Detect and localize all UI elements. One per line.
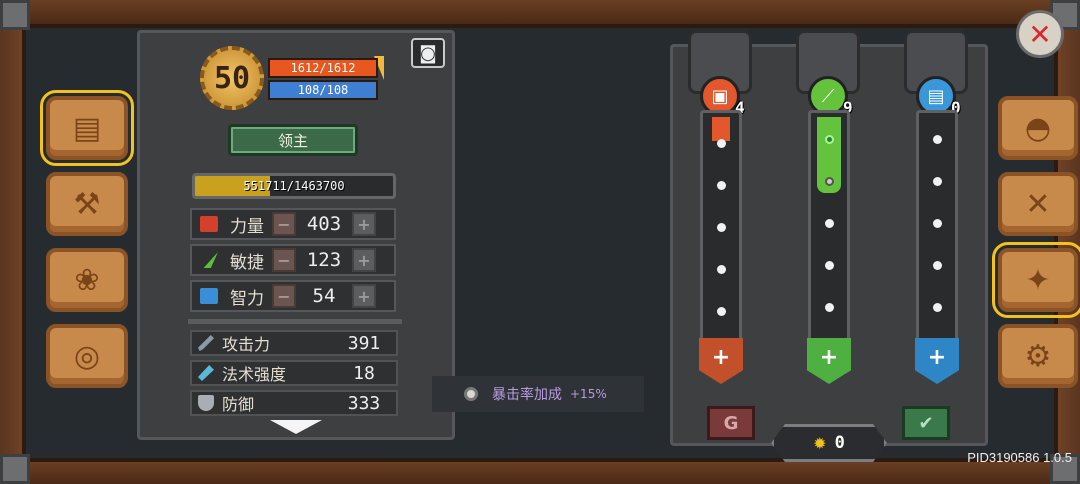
feather-icon [203, 252, 218, 268]
frame-bottom [0, 458, 1080, 484]
attr-row-attack: 攻击力 391 [190, 330, 398, 356]
stat-row-strength: 力量 − 403 + [190, 208, 396, 240]
frame-right [1054, 20, 1080, 464]
sword-icon [198, 335, 214, 351]
scroll-down-arrow-icon[interactable] [270, 420, 322, 434]
intelligence-track [916, 110, 958, 366]
attr-row-spell-power: 法术强度 18 [190, 360, 398, 386]
attr-row-defense: 防御 333 [190, 390, 398, 416]
gear-icon: ⚙ [1024, 338, 1052, 374]
tooltip-label: 暴击率加成 [492, 387, 562, 403]
attr-label: 法术强度 [222, 365, 287, 384]
level-badge: 50 [200, 46, 264, 110]
book-icon [200, 288, 218, 304]
intelligence-minus-button[interactable]: − [272, 284, 296, 308]
version-label: PID3190586 1.0.5 [967, 450, 1072, 465]
frame-corner [0, 454, 30, 484]
talent-node[interactable] [717, 307, 726, 316]
hp-bar: 1612/1612 [268, 58, 378, 78]
shield-icon [198, 395, 214, 411]
wheel-icon: ◎ [73, 338, 101, 374]
talent-node[interactable] [933, 135, 942, 144]
stat-label: 智力 [230, 288, 264, 309]
sun-icon: ✹ [813, 433, 827, 453]
stat-value: 54 [312, 285, 336, 307]
vehicle-button[interactable]: ◎ [46, 324, 128, 388]
stat-label: 敏捷 [230, 252, 264, 273]
strength-progress [712, 117, 730, 141]
helmet-icon: ◓ [1024, 110, 1052, 146]
agility-track [808, 110, 850, 366]
pets-button[interactable]: ❀ [46, 248, 128, 312]
book-icon: ▤ [72, 110, 102, 146]
title-button[interactable]: 领主 [228, 124, 358, 156]
compass-star-icon: ✦ [1025, 262, 1051, 298]
talent-points: ✹ 0 [771, 424, 887, 462]
camera-icon: ◙ [419, 42, 437, 64]
talent-node[interactable] [717, 265, 726, 274]
talent-node[interactable] [717, 223, 726, 232]
strength-minus-button[interactable]: − [272, 212, 296, 236]
talent-points-value: 0 [834, 433, 845, 453]
frame-left [0, 20, 26, 464]
agility-plus-button[interactable]: + [352, 248, 376, 272]
talent-node-active[interactable] [825, 135, 834, 144]
talent-node[interactable] [825, 219, 834, 228]
checkmark-icon: ✔ [918, 412, 934, 434]
close-button[interactable]: ✕ [1016, 10, 1064, 58]
talent-node[interactable] [825, 261, 834, 270]
stat-label: 力量 [230, 216, 264, 237]
talent-node[interactable] [717, 139, 726, 148]
skills-button[interactable]: ✕ [998, 172, 1078, 236]
attr-label: 防御 [222, 395, 255, 414]
mp-bar: 108/108 [268, 80, 378, 100]
stat-value: 403 [306, 213, 342, 235]
xp-bar: 551711/1463700 [192, 173, 396, 199]
crossed-swords-icon: ✕ [1025, 186, 1051, 222]
frame-top [0, 0, 1080, 28]
talent-node[interactable] [825, 303, 834, 312]
codex-button[interactable]: ▤ [40, 90, 134, 166]
frame-corner [0, 0, 30, 30]
node-icon [464, 387, 478, 401]
helmet-button[interactable]: ◓ [998, 96, 1078, 160]
fist-icon [200, 216, 218, 232]
forge-button[interactable]: ⚒ [46, 172, 128, 236]
reset-button[interactable]: G [707, 406, 755, 440]
close-icon: ✕ [1028, 17, 1052, 51]
talent-node[interactable] [933, 303, 942, 312]
stat-row-intelligence: 智力 − 54 + [190, 280, 396, 312]
talent-tooltip: 暴击率加成 +15% [432, 376, 644, 412]
xp-text: 551711/1463700 [243, 179, 345, 193]
strength-plus-button[interactable]: + [352, 212, 376, 236]
attr-label: 攻击力 [222, 335, 271, 354]
reset-icon: G [723, 412, 739, 434]
confirm-button[interactable]: ✔ [902, 406, 950, 440]
stat-row-agility: 敏捷 − 123 + [190, 244, 396, 276]
talent-node[interactable] [717, 181, 726, 190]
anvil-icon: ⚒ [73, 186, 101, 222]
intelligence-plus-button[interactable]: + [352, 284, 376, 308]
strength-track [700, 110, 742, 366]
settings-button[interactable]: ⚙ [998, 324, 1078, 388]
divider [188, 319, 402, 324]
screenshot-button[interactable]: ◙ [411, 38, 445, 68]
talent-node[interactable] [933, 219, 942, 228]
attr-value: 333 [347, 392, 381, 414]
attr-value: 18 [353, 362, 375, 384]
tooltip-value: +15% [570, 387, 607, 401]
talent-node[interactable] [933, 261, 942, 270]
talent-node[interactable] [825, 177, 834, 186]
agility-minus-button[interactable]: − [272, 248, 296, 272]
wand-icon [198, 365, 214, 381]
paw-icon: ❀ [74, 262, 100, 298]
talent-node[interactable] [933, 177, 942, 186]
stat-value: 123 [306, 249, 342, 271]
talents-button[interactable]: ✦ [992, 242, 1080, 318]
attr-value: 391 [347, 332, 381, 354]
